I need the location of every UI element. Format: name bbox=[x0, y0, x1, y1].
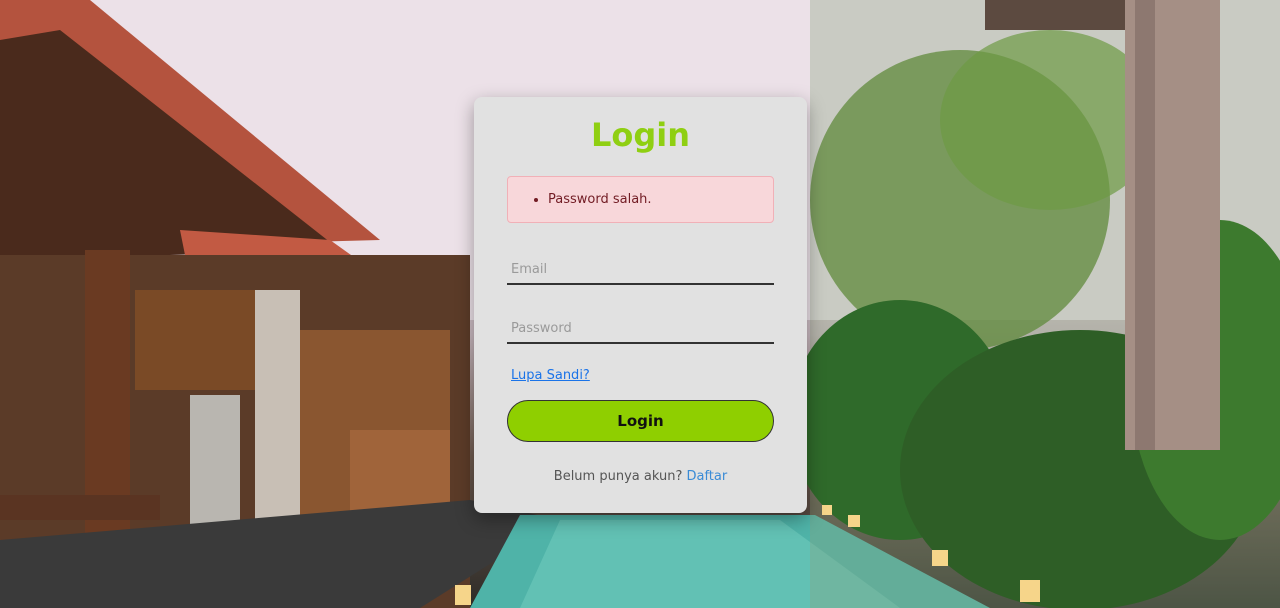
register-prompt: Belum punya akun? Daftar bbox=[507, 469, 774, 484]
page-title: Login bbox=[590, 116, 691, 154]
register-prompt-text: Belum punya akun? bbox=[553, 469, 683, 484]
error-alert: Password salah. bbox=[507, 176, 774, 223]
password-field-wrapper bbox=[507, 302, 774, 344]
email-field-wrapper bbox=[507, 243, 774, 285]
login-button[interactable]: Login bbox=[507, 400, 774, 442]
register-link[interactable]: Daftar bbox=[686, 469, 727, 484]
error-message: Password salah. bbox=[548, 192, 652, 208]
email-input[interactable] bbox=[507, 262, 774, 277]
login-card: Login Password salah. Lupa Sandi? Login … bbox=[474, 97, 807, 513]
password-input[interactable] bbox=[507, 321, 774, 336]
forgot-password-link[interactable]: Lupa Sandi? bbox=[511, 368, 590, 383]
error-list: Password salah. bbox=[508, 192, 652, 208]
